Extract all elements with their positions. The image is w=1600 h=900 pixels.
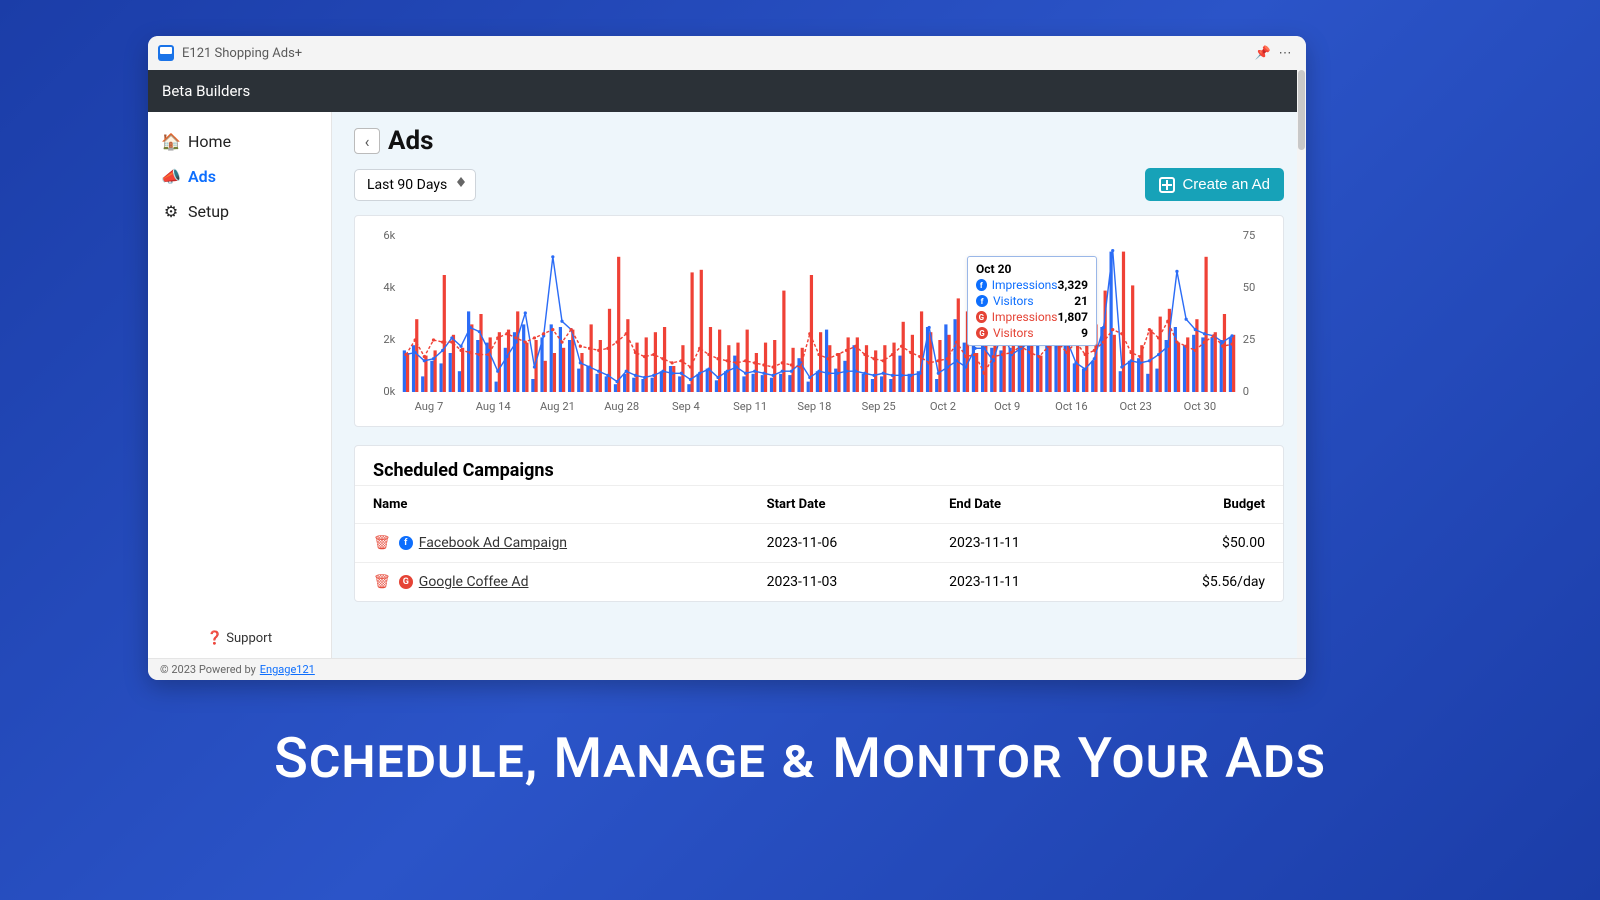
svg-text:Sep 18: Sep 18 bbox=[797, 400, 831, 413]
svg-text:Sep 11: Sep 11 bbox=[733, 400, 767, 413]
svg-text:0: 0 bbox=[1243, 385, 1249, 398]
chevron-left-icon: ‹ bbox=[365, 132, 370, 151]
date-range-select[interactable]: Last 90 Days bbox=[354, 169, 476, 201]
facebook-icon: f bbox=[976, 295, 988, 307]
more-icon[interactable]: ⋯ bbox=[1274, 46, 1296, 61]
campaign-link[interactable]: Google Coffee Ad bbox=[419, 574, 529, 590]
question-icon: ❓ bbox=[207, 631, 223, 646]
svg-text:25: 25 bbox=[1243, 333, 1256, 346]
sidebar-item-ads[interactable]: 📣 Ads bbox=[152, 159, 327, 194]
svg-text:Sep 4: Sep 4 bbox=[672, 400, 700, 413]
sidebar-item-label: Home bbox=[188, 132, 231, 151]
table-header: Budget bbox=[1114, 486, 1283, 524]
brand-name: Beta Builders bbox=[162, 82, 250, 100]
google-icon: G bbox=[399, 575, 413, 589]
impressions-chart: 0k 2k 4k 6k 0 25 50 75 Aug 7 Aug 14 Aug 21 Aug 28 Se… bbox=[373, 230, 1265, 418]
table-row: 🗑GGoogle Coffee Ad2023-11-032023-11-11$5… bbox=[355, 563, 1283, 602]
back-button[interactable]: ‹ bbox=[354, 128, 380, 154]
sidebar-item-home[interactable]: 🏠 Home bbox=[152, 124, 327, 159]
sidebar-item-label: Setup bbox=[188, 202, 229, 221]
main-content: ‹ Ads Last 90 Days Create an Ad 0k 2k 4k 6k… bbox=[332, 112, 1306, 658]
window-title: E121 Shopping Ads+ bbox=[182, 46, 302, 61]
app-window: E121 Shopping Ads+ 📌 ⋯ Beta Builders 🏠 H… bbox=[148, 36, 1306, 680]
app-logo-icon bbox=[158, 45, 174, 61]
chart-tooltip: Oct 20 fImpressions3,329fVisitors21GImpr… bbox=[967, 256, 1097, 346]
campaigns-table: NameStart DateEnd DateBudget 🗑 f Facebook … bbox=[355, 485, 1283, 601]
facebook-icon: f bbox=[976, 279, 987, 291]
svg-text:2k: 2k bbox=[383, 333, 395, 346]
svg-text:Aug 14: Aug 14 bbox=[476, 400, 511, 413]
sidebar-item-label: Ads bbox=[188, 167, 216, 186]
footer: © 2023 Powered by Engage121 bbox=[148, 658, 1306, 680]
google-icon: G bbox=[976, 327, 988, 339]
svg-text:Oct 9: Oct 9 bbox=[994, 400, 1020, 413]
svg-text:4k: 4k bbox=[383, 281, 395, 294]
titlebar: E121 Shopping Ads+ 📌 ⋯ bbox=[148, 36, 1306, 70]
chart-card: 0k 2k 4k 6k 0 25 50 75 Aug 7 Aug 14 Aug 21 Aug 28 Se… bbox=[354, 215, 1284, 427]
svg-text:Oct 23: Oct 23 bbox=[1119, 400, 1151, 413]
svg-text:Sep 25: Sep 25 bbox=[862, 400, 896, 413]
create-ad-button[interactable]: Create an Ad bbox=[1145, 168, 1284, 201]
svg-text:50: 50 bbox=[1243, 281, 1256, 294]
table-row: 🗑fFacebook Ad Campaign2023-11-062023-11-… bbox=[355, 524, 1283, 563]
tooltip-date: Oct 20 bbox=[976, 262, 1088, 276]
marketing-tagline: Schedule, Manage & Monitor Your Ads bbox=[0, 725, 1600, 791]
campaigns-title: Scheduled Campaigns bbox=[355, 446, 1283, 485]
support-link[interactable]: ❓ Support bbox=[148, 619, 331, 658]
delete-icon[interactable]: 🗑 bbox=[373, 574, 391, 590]
campaigns-card: Scheduled Campaigns NameStart DateEnd Da… bbox=[354, 445, 1284, 602]
svg-text:Aug 21: Aug 21 bbox=[540, 400, 575, 413]
engage121-link[interactable]: Engage121 bbox=[260, 663, 315, 676]
google-icon: G bbox=[976, 311, 987, 323]
delete-icon[interactable]: 🗑 bbox=[373, 535, 391, 551]
toolbar: Last 90 Days Create an Ad bbox=[354, 168, 1284, 201]
table-header: Start Date bbox=[749, 486, 932, 524]
facebook-icon: f bbox=[399, 536, 413, 550]
svg-text:Oct 2: Oct 2 bbox=[930, 400, 956, 413]
megaphone-icon: 📣 bbox=[162, 167, 180, 186]
svg-text:Oct 30: Oct 30 bbox=[1184, 400, 1216, 413]
plus-icon bbox=[1159, 177, 1175, 193]
scrollbar[interactable] bbox=[1297, 70, 1306, 658]
svg-text:Aug 28: Aug 28 bbox=[604, 400, 639, 413]
sidebar: 🏠 Home 📣 Ads ⚙ Setup ❓ Support bbox=[148, 112, 332, 658]
page-title: Ads bbox=[388, 126, 433, 156]
home-icon: 🏠 bbox=[162, 132, 180, 151]
table-header: Name bbox=[355, 486, 749, 524]
svg-text:6k: 6k bbox=[383, 230, 395, 242]
campaign-link[interactable]: Facebook Ad Campaign bbox=[419, 535, 567, 551]
svg-text:0k: 0k bbox=[383, 385, 395, 398]
sidebar-item-setup[interactable]: ⚙ Setup bbox=[152, 194, 327, 229]
svg-text:75: 75 bbox=[1243, 230, 1256, 242]
pin-icon[interactable]: 📌 bbox=[1252, 46, 1274, 61]
topbar: Beta Builders bbox=[148, 70, 1306, 112]
svg-text:Oct 16: Oct 16 bbox=[1055, 400, 1087, 413]
table-header: End Date bbox=[931, 486, 1114, 524]
svg-text:Aug 7: Aug 7 bbox=[415, 400, 444, 413]
gear-icon: ⚙ bbox=[162, 202, 180, 221]
scrollbar-thumb[interactable] bbox=[1298, 70, 1305, 150]
